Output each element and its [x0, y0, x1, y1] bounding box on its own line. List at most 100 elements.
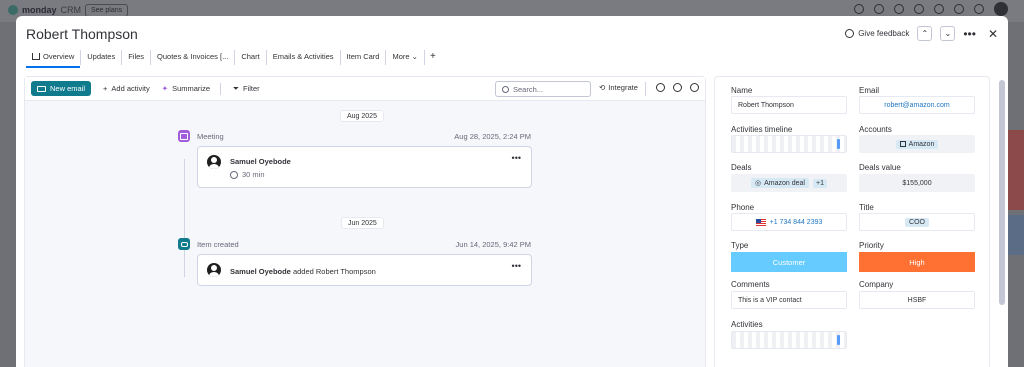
- event-type: Meeting: [197, 132, 224, 141]
- item-modal: Robert Thompson Give feedback ⌃ ⌄ ••• ✕ …: [16, 16, 1008, 367]
- timeline-line: [184, 159, 185, 277]
- tab-more[interactable]: More ⌄: [386, 50, 425, 65]
- company-field[interactable]: HSBF: [859, 291, 975, 309]
- add-activity-button[interactable]: + Add activity: [103, 84, 150, 93]
- meeting-card[interactable]: Samuel Oyebode 30 min •••: [197, 146, 532, 188]
- comments-field[interactable]: This is a VIP contact: [731, 291, 847, 309]
- email-field[interactable]: robert@amazon.com: [859, 96, 975, 114]
- new-email-button[interactable]: New email: [31, 81, 92, 96]
- tab-emails-activities[interactable]: Emails & Activities: [267, 50, 341, 65]
- sparkle-icon: ✦: [161, 84, 169, 93]
- apps-icon[interactable]: [914, 4, 924, 14]
- integrate-button[interactable]: ⟲ Integrate: [599, 83, 638, 92]
- page-title: Robert Thompson: [26, 26, 138, 42]
- card-menu-icon[interactable]: •••: [512, 153, 521, 163]
- activity-toolbar: New email + Add activity ✦ Summarize ⏷ F…: [25, 77, 705, 101]
- search-icon[interactable]: [934, 4, 944, 14]
- more-options-icon[interactable]: •••: [963, 27, 976, 41]
- deals-value-field: $155,000: [859, 174, 975, 192]
- card-person-name: Samuel Oyebode: [230, 267, 291, 276]
- summarize-label: Summarize: [172, 84, 210, 93]
- inbox-icon[interactable]: [874, 4, 884, 14]
- avatar[interactable]: [994, 2, 1008, 16]
- account-tag[interactable]: Amazon: [895, 139, 939, 149]
- date-separator: Aug 2025: [340, 110, 384, 122]
- priority-label: Priority: [859, 241, 884, 250]
- type-status[interactable]: Customer: [731, 252, 847, 272]
- chevron-down-icon: ⌄: [411, 52, 418, 61]
- integrate-icon: ⟲: [599, 83, 606, 92]
- filter-button[interactable]: ⏷ Filter: [233, 84, 260, 94]
- activities-label: Activities: [731, 320, 763, 329]
- name-field[interactable]: Robert Thompson: [731, 96, 847, 114]
- feedback-icon: [845, 29, 855, 38]
- add-tab-button[interactable]: +: [425, 50, 441, 65]
- plus-icon: +: [103, 84, 108, 93]
- deals-field[interactable]: ◎ Amazon deal +1: [731, 174, 847, 192]
- home-icon: [32, 53, 40, 60]
- add-activity-label: Add activity: [111, 84, 150, 93]
- priority-status[interactable]: High: [859, 252, 975, 272]
- activities-timeline-field[interactable]: [731, 135, 847, 153]
- search-icon: [502, 85, 509, 93]
- event-date: Aug 28, 2025, 2:24 PM: [454, 132, 531, 141]
- card-person-name: Samuel Oyebode: [230, 157, 291, 166]
- fields-scrollbar[interactable]: [999, 80, 1005, 305]
- toolbar-divider: [220, 82, 221, 95]
- tab-files[interactable]: Files: [122, 50, 152, 65]
- event-type: Item created: [197, 240, 239, 249]
- activity-panel: New email + Add activity ✦ Summarize ⏷ F…: [24, 76, 706, 367]
- title-tag: COO: [905, 217, 929, 227]
- calendar-icon: [178, 130, 190, 142]
- tab-chart[interactable]: Chart: [235, 50, 267, 65]
- app-logo: monday CRM: [8, 5, 81, 15]
- deals-more-badge[interactable]: +1: [812, 178, 827, 188]
- bell-icon[interactable]: [854, 4, 864, 14]
- clock-icon: [230, 170, 238, 179]
- chevron-up-icon: ⌃: [921, 29, 929, 38]
- building-icon: [899, 141, 906, 147]
- tab-bar: Overview Updates Files Quotes & Invoices…: [26, 50, 441, 68]
- card-activity-text: Samuel Oyebode added Robert Thompson: [230, 267, 376, 276]
- deal-tag-label: Amazon deal: [764, 179, 805, 187]
- title-field[interactable]: COO: [859, 213, 975, 231]
- name-label: Name: [731, 86, 753, 95]
- give-feedback-button[interactable]: Give feedback: [845, 29, 909, 38]
- card-action: added Robert Thompson: [292, 267, 376, 276]
- fields-panel: Name Robert Thompson Email robert@amazon…: [714, 76, 990, 367]
- phone-value: +1 734 844 2393: [769, 218, 823, 226]
- gear-icon[interactable]: [690, 83, 699, 92]
- next-item-button[interactable]: ⌄: [940, 26, 956, 41]
- type-label: Type: [731, 241, 749, 250]
- accounts-field[interactable]: Amazon: [859, 135, 975, 153]
- bell-icon[interactable]: [656, 83, 665, 92]
- card-menu-icon[interactable]: •••: [512, 261, 521, 271]
- app-suffix: CRM: [60, 5, 82, 15]
- logo-icon: [8, 5, 18, 15]
- filter-label: Filter: [243, 84, 260, 93]
- tab-more-label: More: [392, 52, 410, 61]
- title-label: Title: [859, 203, 874, 212]
- tab-quotes-invoices[interactable]: Quotes & Invoices [...: [151, 50, 236, 65]
- background-top-icons: [854, 2, 1008, 16]
- close-icon[interactable]: ✕: [988, 27, 998, 41]
- integrate-label: Integrate: [608, 83, 638, 92]
- deal-tag[interactable]: ◎ Amazon deal: [751, 178, 809, 188]
- invite-icon[interactable]: [894, 4, 904, 14]
- filter-icon: ⏷: [233, 83, 239, 93]
- tab-overview[interactable]: Overview: [26, 50, 82, 68]
- search-input[interactable]: Search...: [495, 81, 591, 97]
- phone-field[interactable]: +1 734 844 2393: [731, 213, 847, 231]
- chat-icon[interactable]: [673, 83, 682, 92]
- chevron-down-icon: ⌄: [944, 29, 952, 38]
- previous-item-button[interactable]: ⌃: [917, 26, 933, 41]
- tab-updates[interactable]: Updates: [81, 50, 123, 65]
- activities-field[interactable]: [731, 331, 847, 349]
- background-board-strip-2: [1008, 215, 1024, 255]
- help-icon[interactable]: [954, 4, 964, 14]
- item-created-card[interactable]: Samuel Oyebode added Robert Thompson •••: [197, 254, 532, 286]
- tab-item-card[interactable]: Item Card: [341, 50, 387, 65]
- summarize-button[interactable]: ✦ Summarize: [162, 84, 210, 93]
- grid-icon[interactable]: [974, 4, 984, 14]
- deal-icon: ◎: [755, 180, 762, 187]
